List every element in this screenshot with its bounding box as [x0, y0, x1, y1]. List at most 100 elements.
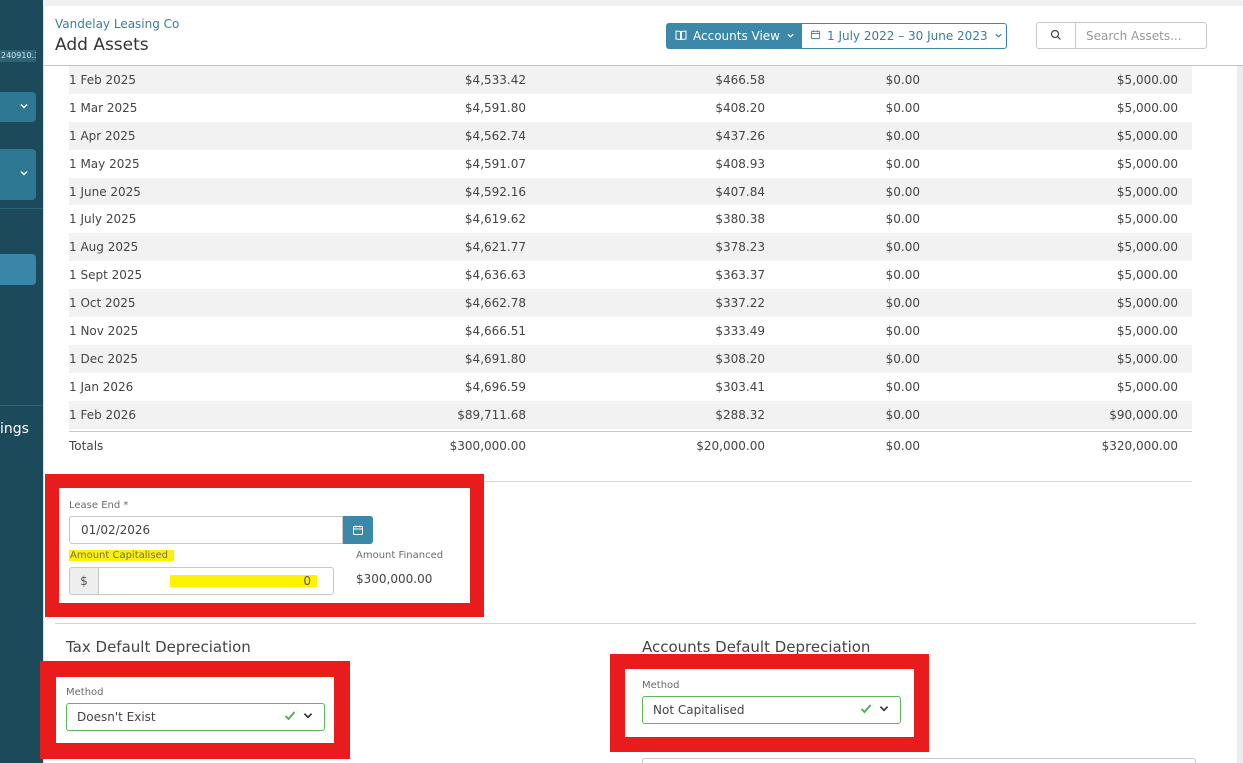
row-other: $0.00	[885, 72, 920, 87]
row-other: $0.00	[885, 240, 920, 255]
sidebar-item-active[interactable]	[0, 254, 36, 285]
row-other: $0.00	[885, 296, 920, 311]
accounts-view-button[interactable]: Accounts View	[666, 23, 802, 49]
sidebar-divider	[0, 405, 43, 406]
accounts-method-select[interactable]: Not Capitalised	[642, 696, 901, 724]
row-interest: $333.49	[715, 323, 765, 338]
row-total: $5,000.00	[1116, 351, 1178, 366]
row-date: 1 Feb 2026	[69, 407, 137, 422]
row-total: $5,000.00	[1116, 240, 1178, 255]
table-row: 1 May 2025 $4,591.07 $408.93 $0.00 $5,00…	[69, 150, 1192, 178]
row-date: 1 Dec 2025	[69, 351, 139, 366]
row-principal: $4,621.77	[464, 240, 526, 255]
sidebar-dropdown-1[interactable]	[0, 92, 36, 122]
table-row: 1 Dec 2025 $4,691.80 $308.20 $0.00 $5,00…	[69, 344, 1192, 373]
totals-interest: $20,000.00	[696, 438, 765, 453]
row-date: 1 Feb 2025	[69, 72, 137, 87]
lease-end-input[interactable]: 01/02/2026	[69, 516, 343, 544]
page-title: Add Assets	[55, 35, 149, 55]
row-principal: $4,662.78	[464, 296, 526, 311]
chevron-down-icon	[19, 168, 29, 181]
amount-capitalised-value: 0	[170, 575, 317, 587]
chevron-down-icon	[994, 29, 1003, 43]
row-principal: $4,666.51	[464, 323, 526, 338]
chevron-down-icon	[302, 710, 314, 725]
row-date: 1 Sept 2025	[69, 268, 143, 283]
book-icon	[675, 29, 687, 44]
search-input[interactable]	[1075, 22, 1207, 49]
totals-principal: $300,000.00	[449, 438, 526, 453]
version-badge: 240910.3	[0, 50, 36, 62]
row-total: $5,000.00	[1116, 212, 1178, 227]
tax-method-value: Doesn't Exist	[77, 710, 156, 724]
row-interest: $308.20	[715, 351, 765, 366]
check-icon	[284, 710, 296, 725]
table-row: 1 July 2025 $4,619.62 $380.38 $0.00 $5,0…	[69, 205, 1192, 233]
row-interest: $466.58	[715, 72, 765, 87]
row-principal: $4,562.74	[464, 128, 526, 143]
row-interest: $407.84	[715, 184, 765, 199]
totals-row: Totals $300,000.00 $20,000.00 $0.00 $320…	[69, 431, 1192, 459]
row-date: 1 Nov 2025	[69, 323, 139, 338]
amount-financed-label: Amount Financed	[356, 550, 444, 561]
row-other: $0.00	[885, 407, 920, 422]
divider	[69, 481, 1192, 482]
sidebar: 240910.3 ings	[0, 0, 43, 763]
row-interest: $378.23	[715, 240, 765, 255]
row-interest: $363.37	[715, 268, 765, 283]
chevron-down-icon	[786, 29, 795, 43]
row-principal: $4,592.16	[464, 184, 526, 199]
row-interest: $408.93	[715, 156, 765, 171]
row-other: $0.00	[885, 212, 920, 227]
row-principal: $4,691.80	[464, 351, 526, 366]
row-date: 1 Oct 2025	[69, 296, 136, 311]
amount-capitalised-input[interactable]: 0	[98, 567, 334, 595]
row-principal: $4,591.80	[464, 100, 526, 115]
currency-addon: $	[69, 567, 99, 595]
row-total: $5,000.00	[1116, 128, 1178, 143]
sidebar-divider	[0, 208, 43, 209]
row-other: $0.00	[885, 184, 920, 199]
row-principal: $4,619.62	[464, 212, 526, 227]
table-row: 1 Oct 2025 $4,662.78 $337.22 $0.00 $5,00…	[69, 289, 1192, 318]
scrollbar-track[interactable]	[1237, 66, 1243, 763]
amount-financed-value: $300,000.00	[356, 572, 433, 586]
accounts-depreciation-title: Accounts Default Depreciation	[642, 638, 871, 656]
row-other: $0.00	[885, 351, 920, 366]
totals-total: $320,000.00	[1101, 438, 1178, 453]
row-principal: $4,696.59	[464, 379, 526, 394]
sidebar-dropdown-2[interactable]	[0, 149, 36, 200]
schedule-table: 1 Feb 2025 $4,533.42 $466.58 $0.00 $5,00…	[69, 66, 1192, 429]
row-date: 1 Apr 2025	[69, 128, 136, 143]
calendar-icon	[352, 521, 364, 540]
chevron-down-icon	[19, 101, 29, 114]
table-row: 1 Aug 2025 $4,621.77 $378.23 $0.00 $5,00…	[69, 233, 1192, 262]
lease-end-calendar-button[interactable]	[343, 516, 373, 544]
sidebar-item-settings[interactable]: ings	[0, 421, 29, 437]
row-other: $0.00	[885, 379, 920, 394]
table-row: 1 Feb 2025 $4,533.42 $466.58 $0.00 $5,00…	[69, 66, 1192, 94]
next-field-edge	[642, 758, 1196, 763]
row-date: 1 Jan 2026	[69, 379, 134, 394]
row-date: 1 July 2025	[69, 212, 137, 227]
search-icon	[1050, 26, 1062, 45]
check-icon	[860, 703, 872, 718]
row-other: $0.00	[885, 156, 920, 171]
row-other: $0.00	[885, 100, 920, 115]
table-row: 1 Feb 2026 $89,711.68 $288.32 $0.00 $90,…	[69, 400, 1192, 429]
row-total: $5,000.00	[1116, 379, 1178, 394]
tax-method-select[interactable]: Doesn't Exist	[66, 703, 325, 731]
main-panel: Vandelay Leasing Co Add Assets Accounts …	[43, 6, 1243, 763]
table-row: 1 June 2025 $4,592.16 $407.84 $0.00 $5,0…	[69, 177, 1192, 206]
search-button[interactable]	[1036, 22, 1076, 49]
calendar-icon	[810, 29, 821, 43]
date-range-button[interactable]: 1 July 2022 – 30 June 2023	[801, 23, 1007, 49]
row-total: $5,000.00	[1116, 184, 1178, 199]
row-date: 1 Mar 2025	[69, 100, 138, 115]
row-other: $0.00	[885, 128, 920, 143]
page-header: Vandelay Leasing Co Add Assets Accounts …	[44, 6, 1243, 66]
company-name[interactable]: Vandelay Leasing Co	[55, 17, 179, 31]
row-interest: $337.22	[715, 296, 765, 311]
divider	[55, 623, 1196, 624]
row-total: $5,000.00	[1116, 72, 1178, 87]
